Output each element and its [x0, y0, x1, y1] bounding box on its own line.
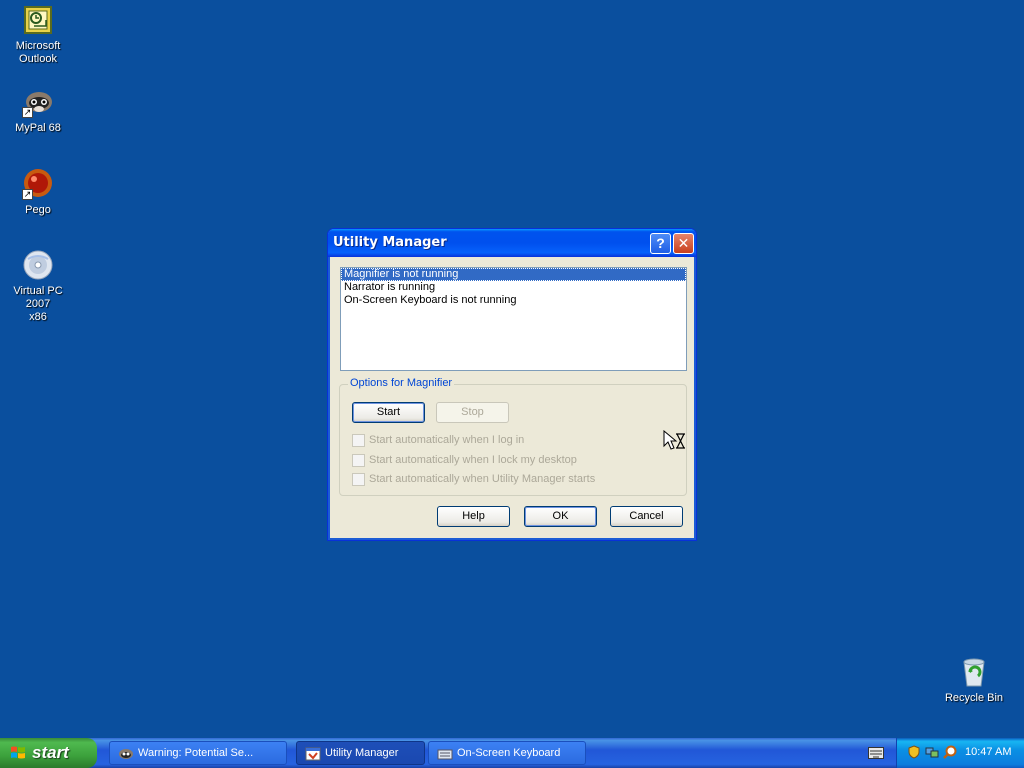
keyboard-icon: [437, 749, 453, 760]
taskbar-button-label: Utility Manager: [325, 747, 399, 759]
options-groupbox: Options for Magnifier Start Stop Start a…: [339, 377, 687, 496]
mypal-icon: ↗: [22, 86, 54, 118]
close-button[interactable]: ✕: [673, 233, 694, 254]
stop-button[interactable]: Stop: [436, 402, 509, 423]
desktop-icon-label: MyPal 68: [15, 122, 61, 134]
taskbar: start Warning: Potential Se... Utility M…: [0, 738, 1024, 768]
taskbar-button-utility-manager[interactable]: Utility Manager: [296, 741, 425, 765]
cancel-button[interactable]: Cancel: [610, 506, 683, 527]
utility-manager-icon: [305, 747, 321, 761]
start-button[interactable]: start: [0, 738, 97, 768]
pego-icon: ↗: [22, 168, 54, 200]
checkbox-label: Start automatically when Utility Manager…: [369, 473, 596, 485]
shortcut-arrow-icon: ↗: [22, 107, 33, 118]
system-tray: 10:47 AM: [896, 738, 1024, 768]
ok-button[interactable]: OK: [524, 506, 597, 527]
dialog-title: Utility Manager: [333, 235, 447, 250]
virtual-pc-icon: [22, 249, 54, 281]
help-title-button[interactable]: ?: [650, 233, 671, 254]
desktop-icon-label: x86: [29, 311, 47, 323]
checkbox-box[interactable]: [352, 454, 365, 467]
desktop-icon-label: Microsoft: [15, 40, 61, 52]
desktop-icon-virtual-pc[interactable]: Virtual PC 2007 x86: [0, 249, 76, 324]
checkbox-box[interactable]: [352, 473, 365, 486]
desktop-icon-mypal[interactable]: ↗ MyPal 68: [0, 86, 76, 135]
taskbar-button-onscreen-keyboard[interactable]: On-Screen Keyboard: [428, 741, 586, 765]
list-item-onscreen-keyboard[interactable]: On-Screen Keyboard is not running: [341, 294, 686, 307]
start-label: start: [32, 743, 69, 762]
utility-listbox[interactable]: Magnifier is not running Narrator is run…: [340, 267, 687, 371]
taskbar-button-label: Warning: Potential Se...: [138, 747, 254, 759]
network-icon[interactable]: [925, 745, 939, 759]
outlook-icon: [22, 4, 54, 36]
magnifier-icon[interactable]: [943, 745, 957, 759]
start-button[interactable]: Start: [352, 402, 425, 423]
shortcut-arrow-icon: ↗: [22, 189, 33, 200]
desktop-icon-label: Recycle Bin: [944, 692, 1004, 704]
windows-flag-icon: [11, 746, 25, 759]
keyboard-tray-icon[interactable]: [868, 747, 884, 759]
desktop-icon-label: Pego: [25, 204, 51, 216]
desktop-icon-outlook[interactable]: Microsoft Outlook: [0, 4, 76, 66]
help-button[interactable]: Help: [437, 506, 510, 527]
taskbar-button-label: On-Screen Keyboard: [457, 747, 561, 759]
checkbox-box[interactable]: [352, 434, 365, 447]
recycle-bin-icon: [958, 656, 990, 688]
utility-manager-dialog: Utility Manager ? ✕ Magnifier is not run…: [327, 228, 697, 541]
desktop-icon-recycle-bin[interactable]: Recycle Bin: [936, 656, 1012, 705]
busy-cursor-icon: [663, 430, 685, 450]
checkbox-label: Start automatically when I lock my deskt…: [369, 454, 577, 466]
desktop-icon-pego[interactable]: ↗ Pego: [0, 168, 76, 217]
checkbox-label: Start automatically when I log in: [369, 434, 525, 446]
clock[interactable]: 10:47 AM: [965, 746, 1011, 758]
dialog-titlebar[interactable]: Utility Manager ? ✕: [328, 229, 696, 257]
desktop-icon-label: Virtual PC 2007: [13, 285, 63, 310]
list-item-narrator[interactable]: Narrator is running: [341, 281, 686, 294]
taskbar-button-warning[interactable]: Warning: Potential Se...: [109, 741, 287, 765]
options-group-label: Options for Magnifier: [348, 377, 455, 389]
list-item-magnifier[interactable]: Magnifier is not running: [341, 268, 686, 281]
mypal-icon: [119, 749, 133, 759]
security-shield-icon[interactable]: [907, 745, 921, 759]
desktop-icon-label: Outlook: [19, 53, 57, 65]
